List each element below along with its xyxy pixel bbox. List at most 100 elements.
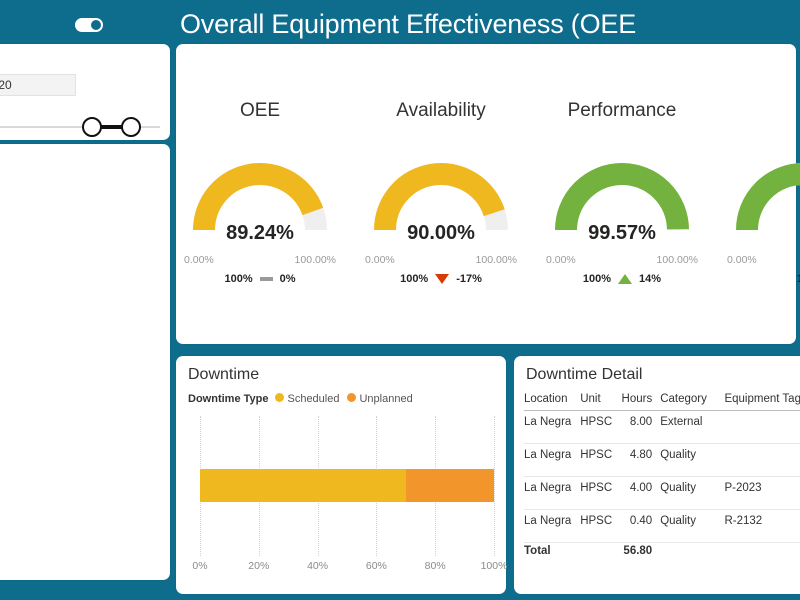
table-column-header[interactable]: Location <box>524 390 581 411</box>
bar-segment-unplanned[interactable] <box>405 469 494 502</box>
table-cell-location: La Negra <box>524 476 581 510</box>
trend-up-icon <box>618 274 633 285</box>
table-cell-location: La Negra <box>524 443 581 477</box>
table-cell-category: External <box>660 410 725 444</box>
table-column-header[interactable]: Equipment Tag <box>724 390 800 411</box>
gauge-target-label: 100% <box>400 273 429 285</box>
kpi-gauges-card: OEE 89.24% 0.00% 100.00% 100% 0% Availability 9… <box>176 44 800 344</box>
table-cell-unit: HPSC <box>580 509 618 543</box>
gauge-min-label: 0.00% <box>184 254 214 266</box>
gauge-value: 90.00% <box>407 222 475 244</box>
table-cell-category: Quality <box>660 476 725 510</box>
x-axis-tick-label: 40% <box>307 560 329 572</box>
gauge-delta: 100% 0% <box>176 273 344 285</box>
gauge-target-label: 100% <box>582 273 612 285</box>
gauge-delta-value: 14% <box>639 273 662 285</box>
x-axis-tick-label: 100% <box>480 560 508 572</box>
downtime-detail-title: Downtime Detail <box>526 366 643 383</box>
gauge-title: OEE <box>239 100 281 121</box>
table-cell-category: Quality <box>660 443 725 477</box>
date-slicer-input[interactable]: 5/2020 <box>0 74 76 96</box>
table-cell-category: Quality <box>660 509 725 543</box>
downtime-chart-card: Downtime Downtime Type Scheduled Unplanne… <box>176 356 507 594</box>
gridline <box>494 416 495 556</box>
table-cell-hours: 0.40 <box>617 509 661 543</box>
gauge-min-label: 0.00% <box>727 254 757 266</box>
toggle-knob <box>91 20 101 30</box>
table-cell-location: La Negra <box>524 509 581 543</box>
table-cell-location: La Negra <box>524 410 581 444</box>
x-axis-tick-label: 20% <box>248 560 270 572</box>
total-label: Total <box>524 542 581 562</box>
table-cell-tag <box>724 410 800 444</box>
kpi-gauge[interactable]: OEE 89.24% 0.00% 100.00% 100% 0% <box>176 44 344 344</box>
date-slicer-value: 5/2020 <box>0 78 12 92</box>
gauge-min-label: 0.00% <box>365 254 395 266</box>
downtime-title: Downtime <box>188 366 260 383</box>
table-cell-hours: 8.00 <box>617 410 661 444</box>
table-total-row: Total 56.80 <box>524 542 800 562</box>
kpi-gauge[interactable]: Availability 90.00% 0.00% 100.00% 100% -17% <box>357 44 525 344</box>
table-column-header[interactable]: Category <box>660 390 725 411</box>
legend-item-label[interactable]: Unplanned <box>359 393 412 405</box>
table-cell-tag: P-2023 <box>724 476 800 510</box>
kpi-gauge[interactable]: Performance 99.57% 0.00% 100.00% 100% 14% <box>538 44 706 344</box>
downtime-plot-area <box>200 416 495 556</box>
legend-item-label[interactable]: Scheduled <box>287 393 339 405</box>
date-slicer-card: 5/2020 <box>0 44 170 140</box>
table-row[interactable]: La Negra HPSC 4.00 Quality P-2023 <box>524 476 800 510</box>
legend-swatch-icon <box>275 393 285 402</box>
x-axis-tick-label: 60% <box>365 560 387 572</box>
table-cell-unit: HPSC <box>580 443 618 477</box>
slider-handle-left-icon[interactable] <box>82 117 102 137</box>
table-column-header[interactable]: Unit <box>580 390 618 411</box>
gauge-value-arc <box>736 163 800 231</box>
total-unit-cell <box>580 542 618 562</box>
legend-title: Downtime Type <box>188 393 269 405</box>
bar-segment-scheduled[interactable] <box>200 469 406 502</box>
table-row[interactable]: La Negra HPSC 0.40 Quality R-2132 <box>524 509 800 543</box>
legend-swatch-icon <box>347 393 357 402</box>
table-cell-tag <box>724 443 800 477</box>
location-and-unit-card: and Unit on Valleyoardoardainville <box>0 144 170 580</box>
table-cell-unit: HPSC <box>580 410 618 444</box>
downtime-x-axis: 0% 20% 40% 60% 80% 100% <box>192 560 507 576</box>
trend-flat-icon <box>259 277 273 282</box>
table-cell-tag: R-2132 <box>724 509 800 543</box>
table-cell-hours: 4.00 <box>617 476 661 510</box>
gauge-max-label: 100.00% <box>656 254 698 266</box>
gauge-max-label: 100.00% <box>294 254 336 266</box>
downtime-legend[interactable]: Downtime Type Scheduled Unplanned <box>188 393 421 405</box>
x-axis-tick-label: 0% <box>192 560 208 572</box>
gauge-value: 89.24% <box>226 222 294 244</box>
kpi-gauge[interactable]: 0.00%1010 <box>719 44 800 344</box>
table-cell-unit: HPSC <box>580 476 618 510</box>
table-row[interactable]: La Negra HPSC 8.00 External <box>524 410 800 444</box>
gauge-value: 99.57% <box>588 222 656 244</box>
table-header-row: Location Unit Hours Category Equipment Tag <box>524 390 800 411</box>
table-cell-hours: 4.80 <box>617 443 661 477</box>
gauge-delta-value: 0% <box>279 273 296 285</box>
x-axis-tick-label: 80% <box>424 560 446 572</box>
gauge-arc <box>736 163 800 231</box>
gauge-min-label: 0.00% <box>546 254 576 266</box>
dashboard-root: Overall Equipment Effectiveness (OEE 5/2… <box>0 0 800 600</box>
page-title: Overall Equipment Effectiveness (OEE <box>180 9 637 39</box>
downtime-detail-card: Downtime Detail Location Unit Hours Categor… <box>514 356 800 594</box>
total-category-cell <box>660 542 725 562</box>
table-column-header[interactable]: Hours <box>617 390 661 411</box>
gauge-max-label: 100.00% <box>475 254 517 266</box>
gauge-delta-value: -17% <box>456 273 482 285</box>
toggle-switch-on-icon[interactable] <box>75 18 103 32</box>
table-row[interactable]: La Negra HPSC 4.80 Quality <box>524 443 800 477</box>
app-header: Overall Equipment Effectiveness (OEE <box>0 0 800 48</box>
gauge-delta: 100% 14% <box>538 273 706 285</box>
total-tag-cell <box>724 542 800 562</box>
downtime-detail-table: Location Unit Hours Category Equipment Tag L… <box>524 390 800 562</box>
gauge-target-label: 100% <box>224 273 253 285</box>
gauge-title: Availability <box>396 100 486 121</box>
gauge-delta: 10 <box>719 273 800 285</box>
trend-down-icon <box>435 274 450 285</box>
gauge-delta: 100% -17% <box>357 273 525 285</box>
slider-handle-right-icon[interactable] <box>121 117 141 137</box>
